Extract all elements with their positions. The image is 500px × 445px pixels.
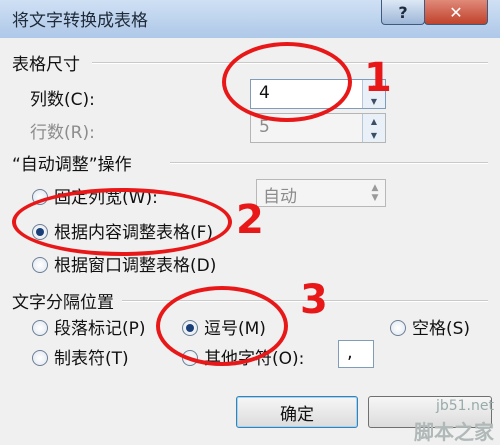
watermark-logo: 脚本之家 (414, 420, 494, 444)
fixed-width-select[interactable]: 自动 ▲ ▼ (256, 179, 386, 207)
annotation-number-1: 1 (364, 55, 392, 101)
annotation-number-2: 2 (236, 197, 264, 243)
columns-label: 列数(C): (30, 90, 95, 110)
title-bar: 将文字转换成表格 ? ✕ (0, 0, 500, 39)
ok-button[interactable]: 确定 (236, 396, 358, 428)
window-title: 将文字转换成表格 (12, 11, 148, 31)
table-size-section-title: 表格尺寸 (12, 55, 80, 75)
fit-window-radio[interactable] (32, 257, 48, 273)
annotation-circle-2 (12, 188, 232, 256)
space-label: 空格(S) (412, 319, 471, 339)
other-char-value: , (347, 342, 353, 363)
dialog-body: 表格尺寸 列数(C): 4 ▲ ▼ 行数(R): 5 ▲ ▼ “自动调整”操作 … (0, 38, 500, 444)
close-button[interactable]: ✕ (424, 0, 488, 25)
tab-radio[interactable] (32, 350, 48, 366)
spin-up-icon[interactable]: ▲ (363, 114, 385, 129)
rows-spin-buttons: ▲ ▼ (362, 114, 385, 142)
separator-section-title: 文字分隔位置 (12, 293, 114, 313)
help-button[interactable]: ? (381, 0, 425, 25)
watermark-url: jb51.net (435, 398, 494, 414)
fixed-width-value: 自动 (263, 187, 297, 207)
annotation-number-3: 3 (300, 277, 328, 323)
tab-label: 制表符(T) (54, 349, 129, 369)
annotation-circle-1 (222, 42, 352, 122)
section-divider (170, 162, 488, 164)
spin-down-icon[interactable]: ▼ (363, 128, 385, 142)
other-char-input[interactable]: , (338, 340, 374, 368)
paragraph-label: 段落标记(P) (54, 319, 146, 339)
chevron-down-icon: ▲ ▼ (371, 183, 379, 203)
space-radio[interactable] (390, 320, 406, 336)
autofit-section-title: “自动调整”操作 (12, 155, 132, 175)
rows-label: 行数(R): (30, 123, 95, 143)
annotation-circle-3 (156, 286, 288, 366)
paragraph-radio[interactable] (32, 320, 48, 336)
